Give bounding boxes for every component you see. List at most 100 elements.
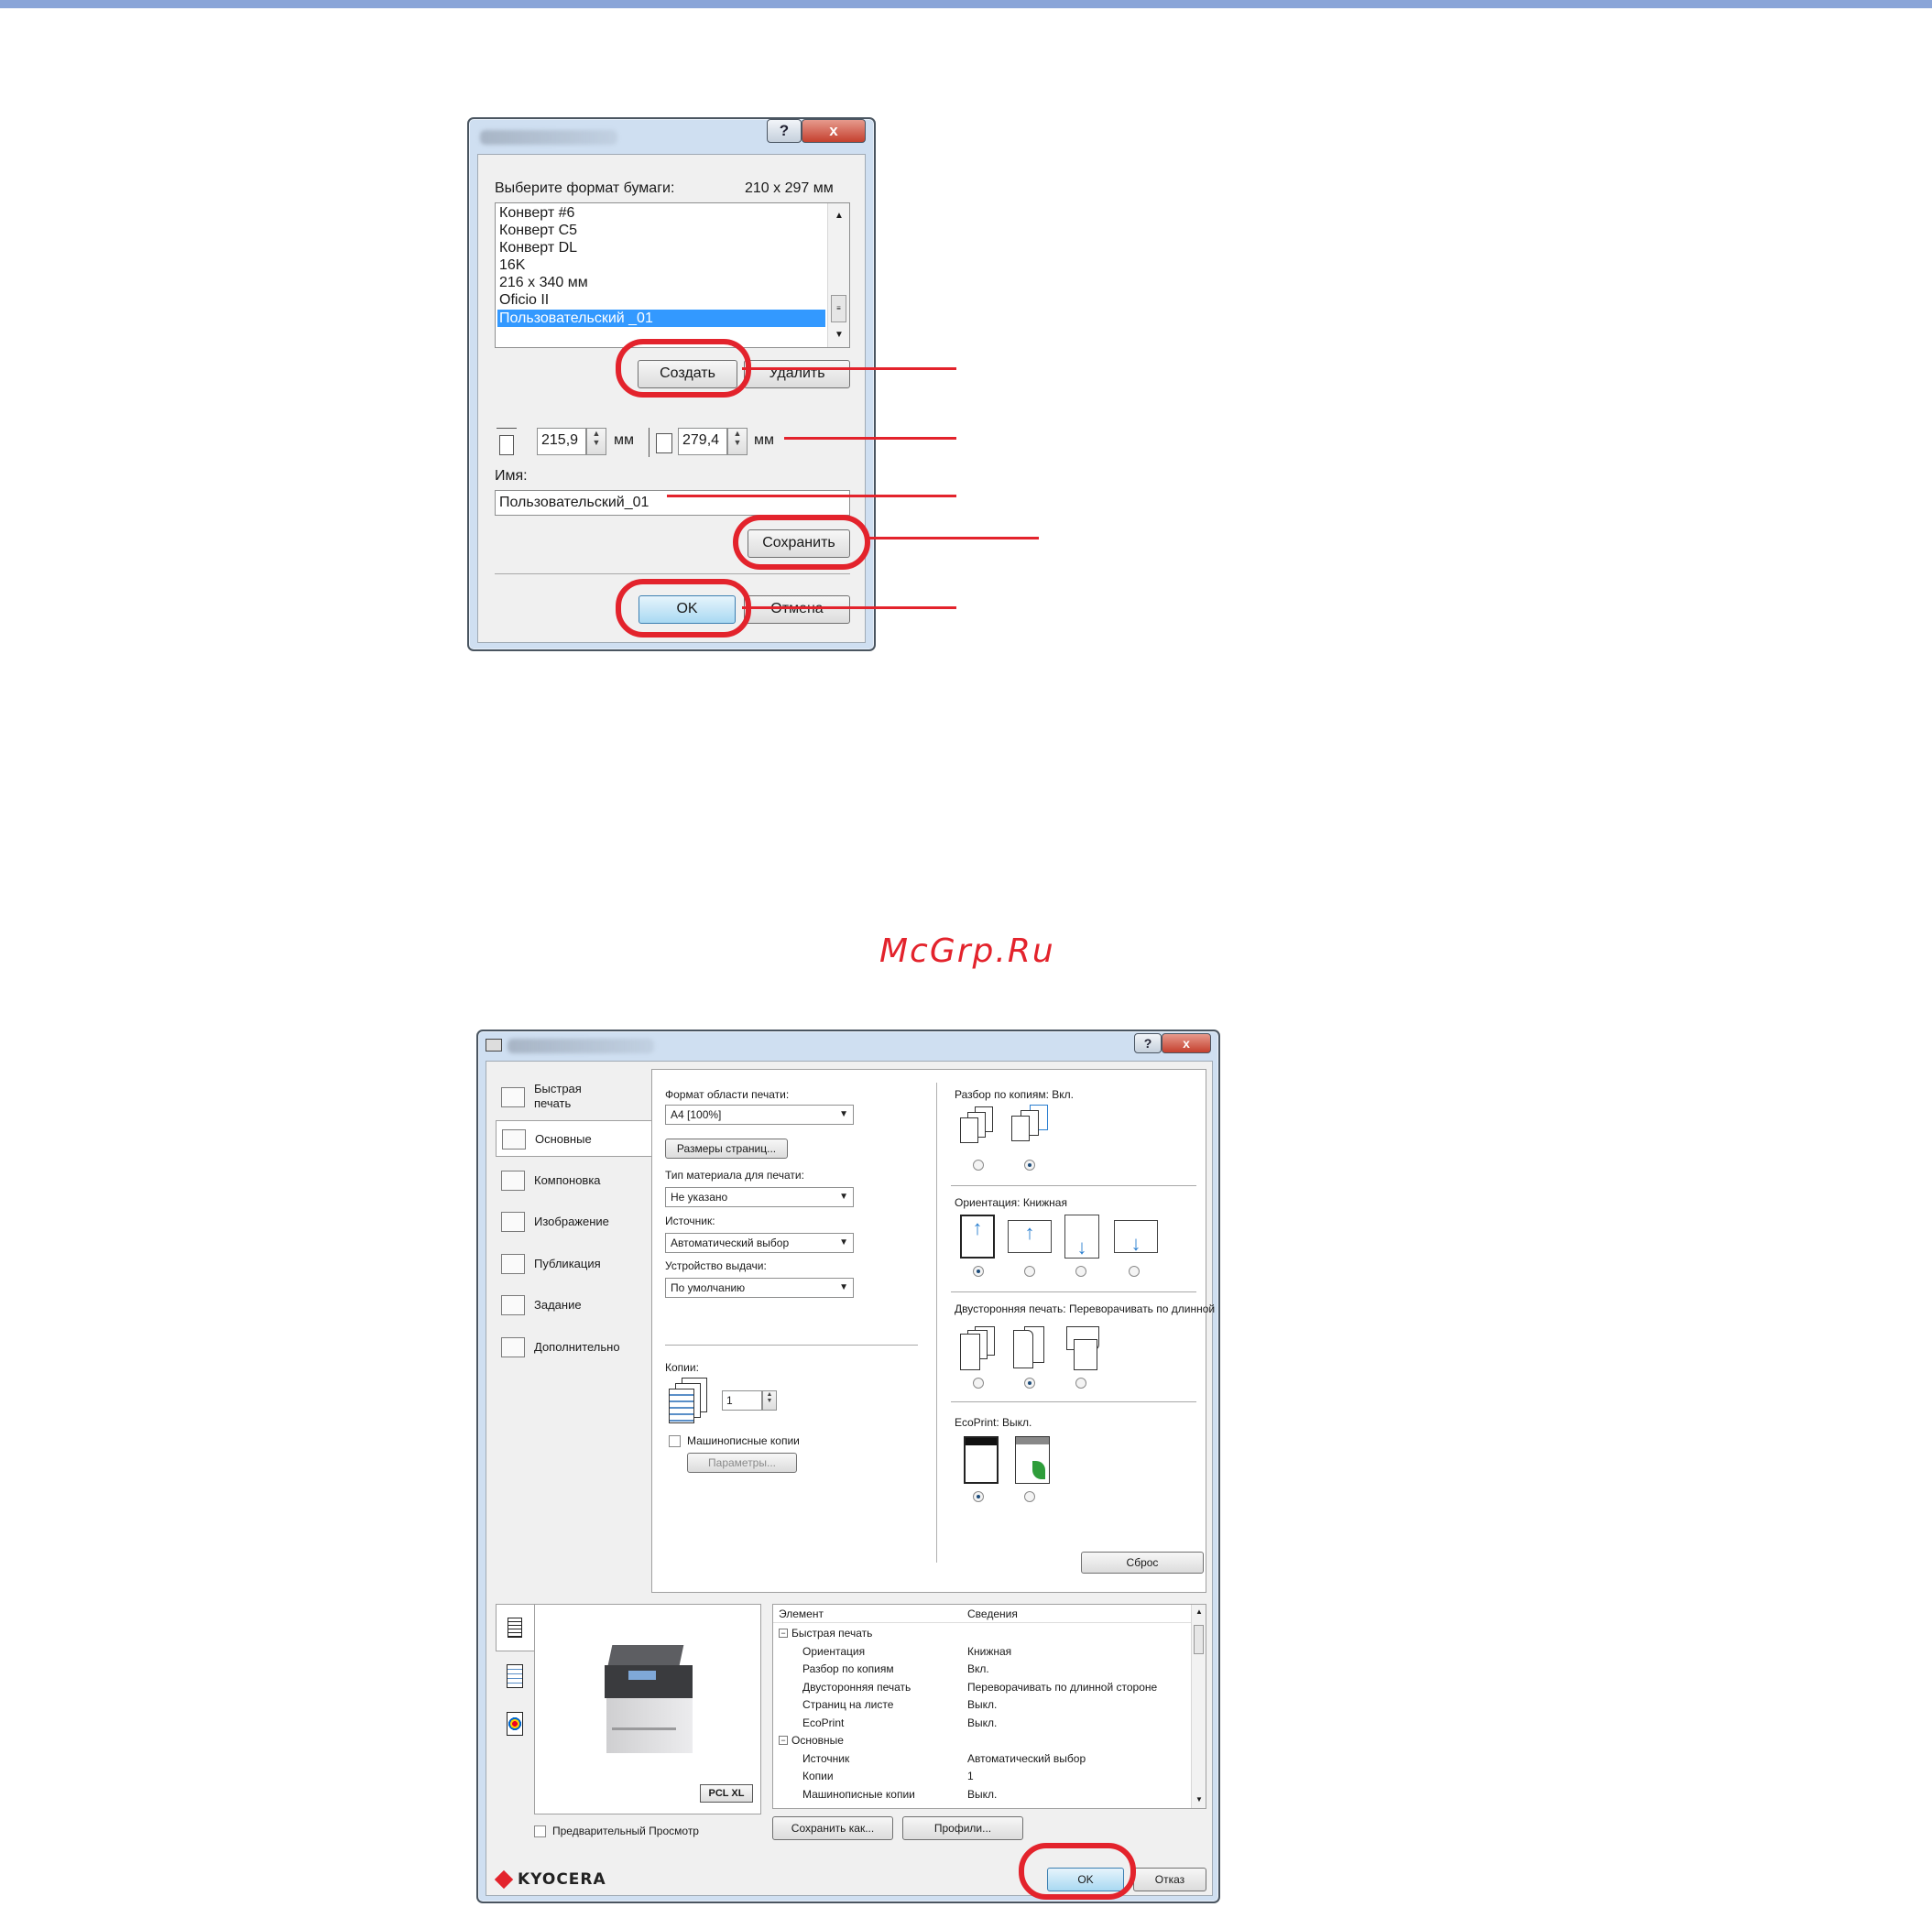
preview-tab-document[interactable]	[496, 1655, 534, 1699]
close-icon[interactable]: x	[1162, 1033, 1211, 1053]
copies-spinner[interactable]: ▲ ▼	[762, 1390, 777, 1411]
save-as-button[interactable]: Сохранить как...	[772, 1816, 893, 1840]
scroll-up-icon[interactable]: ▲	[1195, 1607, 1203, 1616]
scroll-thumb[interactable]: ≡	[831, 295, 846, 322]
print-size-select[interactable]: A4 [100%] ▼	[665, 1105, 854, 1125]
list-item[interactable]: Конверт #6	[499, 204, 574, 222]
preview-checkbox[interactable]	[534, 1825, 546, 1837]
duplex-setting-label: Двусторонняя печать: Переворачивать по д…	[955, 1302, 1215, 1315]
preview-tab-color[interactable]	[496, 1703, 534, 1747]
paper-size-readout: 210 x 297 мм	[745, 180, 834, 196]
tree-collapse-icon[interactable]: −	[779, 1736, 788, 1745]
orientation-portrait-radio[interactable]	[973, 1266, 984, 1277]
copies-input[interactable]: 1	[722, 1390, 762, 1411]
ecoprint-off-icon[interactable]	[964, 1436, 999, 1484]
document-small-icon	[507, 1664, 523, 1688]
width-icon	[497, 428, 517, 455]
reset-button[interactable]: Сброс	[1081, 1552, 1204, 1574]
tab-imaging[interactable]: Изображение	[496, 1204, 644, 1240]
list-item[interactable]: 16K	[499, 256, 525, 274]
imaging-icon	[501, 1212, 525, 1232]
dropdown-arrow-icon: ▼	[839, 1282, 848, 1292]
paper-format-list[interactable]: Конверт #6 Конверт C5 Конверт DL 16K 216…	[495, 202, 850, 348]
summary-scrollbar[interactable]: ▲ ▼	[1191, 1605, 1206, 1808]
collate-checkbox[interactable]	[669, 1435, 681, 1447]
duplex-long-edge-radio[interactable]	[1024, 1378, 1035, 1389]
list-item-selected[interactable]: Пользовательский _01	[497, 310, 825, 327]
orientation-separator	[951, 1291, 1196, 1292]
media-type-select[interactable]: Не указано ▼	[665, 1187, 854, 1207]
duplex-off-icon	[958, 1326, 1002, 1372]
summary-element: EcoPrint	[802, 1716, 845, 1729]
height-input[interactable]: 279,4	[678, 428, 727, 455]
tab-label: Изображение	[534, 1215, 609, 1228]
source-label: Источник:	[665, 1215, 715, 1227]
duplex-short-edge-radio[interactable]	[1075, 1378, 1086, 1389]
printer-preview-pane: PCL XL	[534, 1604, 761, 1814]
ecoprint-on-radio[interactable]	[1024, 1491, 1035, 1502]
collate-on-radio[interactable]	[1024, 1160, 1035, 1171]
scroll-down-icon[interactable]: ▼	[835, 330, 844, 340]
annotation-line-ok	[742, 606, 956, 609]
tab-advanced[interactable]: Дополнительно	[496, 1329, 644, 1366]
watermark: McGrp.Ru	[879, 932, 1055, 970]
orientation-portrait-rotated-icon[interactable]: ↓	[1064, 1215, 1099, 1259]
tab-label: Основные	[535, 1132, 592, 1146]
collate-off-icon	[958, 1106, 1000, 1152]
list-item[interactable]: Конверт C5	[499, 222, 577, 239]
summary-value: Книжная	[967, 1644, 1012, 1658]
preview-checkbox-label: Предварительный Просмотр	[552, 1825, 699, 1837]
annotation-ring-save	[733, 515, 870, 570]
printer-icon	[486, 1039, 502, 1052]
tab-job[interactable]: Задание	[496, 1287, 644, 1324]
printer-small-icon	[508, 1618, 522, 1638]
orientation-setting-label: Ориентация: Книжная	[955, 1196, 1067, 1209]
close-icon[interactable]: x	[802, 119, 866, 143]
summary-value: Выкл.	[967, 1716, 998, 1729]
name-label: Имя:	[495, 468, 528, 484]
scroll-thumb[interactable]	[1194, 1625, 1204, 1654]
tab-publishing[interactable]: Публикация	[496, 1246, 644, 1282]
annotation-line-dimensions	[784, 437, 956, 440]
params-button[interactable]: Параметры...	[687, 1453, 797, 1473]
cancel-button[interactable]: Отмена	[744, 595, 850, 624]
tab-quick-print[interactable]: Быстрая печать	[496, 1076, 644, 1118]
tree-collapse-icon[interactable]: −	[779, 1629, 788, 1638]
delete-button[interactable]: Удалить	[744, 360, 850, 388]
list-scrollbar[interactable]: ▲ ≡ ▼	[827, 203, 849, 347]
orientation-landscape-radio[interactable]	[1024, 1266, 1035, 1277]
orientation-landscape-rotated-icon[interactable]: ↓	[1114, 1220, 1158, 1255]
media-type-label: Тип материала для печати:	[665, 1169, 804, 1182]
source-select[interactable]: Автоматический выбор ▼	[665, 1233, 854, 1253]
width-input[interactable]: 215,9	[537, 428, 586, 455]
page-sizes-button[interactable]: Размеры страниц...	[665, 1139, 788, 1159]
profiles-button[interactable]: Профили...	[902, 1816, 1023, 1840]
height-spinner[interactable]: ▲ ▼	[727, 428, 748, 455]
list-item[interactable]: Oficio II	[499, 291, 549, 309]
orientation-landscape-icon[interactable]: ↑	[1008, 1220, 1052, 1253]
job-icon	[501, 1295, 525, 1315]
scroll-down-icon[interactable]: ▼	[1195, 1795, 1203, 1803]
help-icon[interactable]: ?	[1134, 1033, 1162, 1053]
help-icon[interactable]: ?	[767, 119, 802, 143]
ecoprint-on-icon[interactable]	[1015, 1436, 1050, 1484]
ecoprint-off-radio[interactable]	[973, 1491, 984, 1502]
tab-basic[interactable]: Основные	[496, 1120, 651, 1157]
list-item[interactable]: Конверт DL	[499, 239, 577, 256]
scroll-up-icon[interactable]: ▲	[835, 211, 844, 221]
tab-layout[interactable]: Компоновка	[496, 1162, 644, 1199]
orientation-portrait-rotated-radio[interactable]	[1075, 1266, 1086, 1277]
tab-label: Дополнительно	[534, 1340, 620, 1354]
preview-tab-printer[interactable]	[496, 1604, 534, 1651]
output-select[interactable]: По умолчанию ▼	[665, 1278, 854, 1298]
orientation-landscape-rotated-radio[interactable]	[1129, 1266, 1140, 1277]
cancel-button[interactable]: Отказ	[1133, 1868, 1206, 1891]
collate-off-radio[interactable]	[973, 1160, 984, 1171]
dialog-title-blurred	[508, 1039, 654, 1053]
orientation-portrait-icon[interactable]: ↑	[960, 1215, 995, 1259]
list-item[interactable]: 216 x 340 мм	[499, 274, 588, 291]
publishing-icon	[501, 1254, 525, 1274]
duplex-off-radio[interactable]	[973, 1378, 984, 1389]
width-spinner[interactable]: ▲ ▼	[586, 428, 606, 455]
summary-element: Страниц на листе	[802, 1698, 894, 1711]
